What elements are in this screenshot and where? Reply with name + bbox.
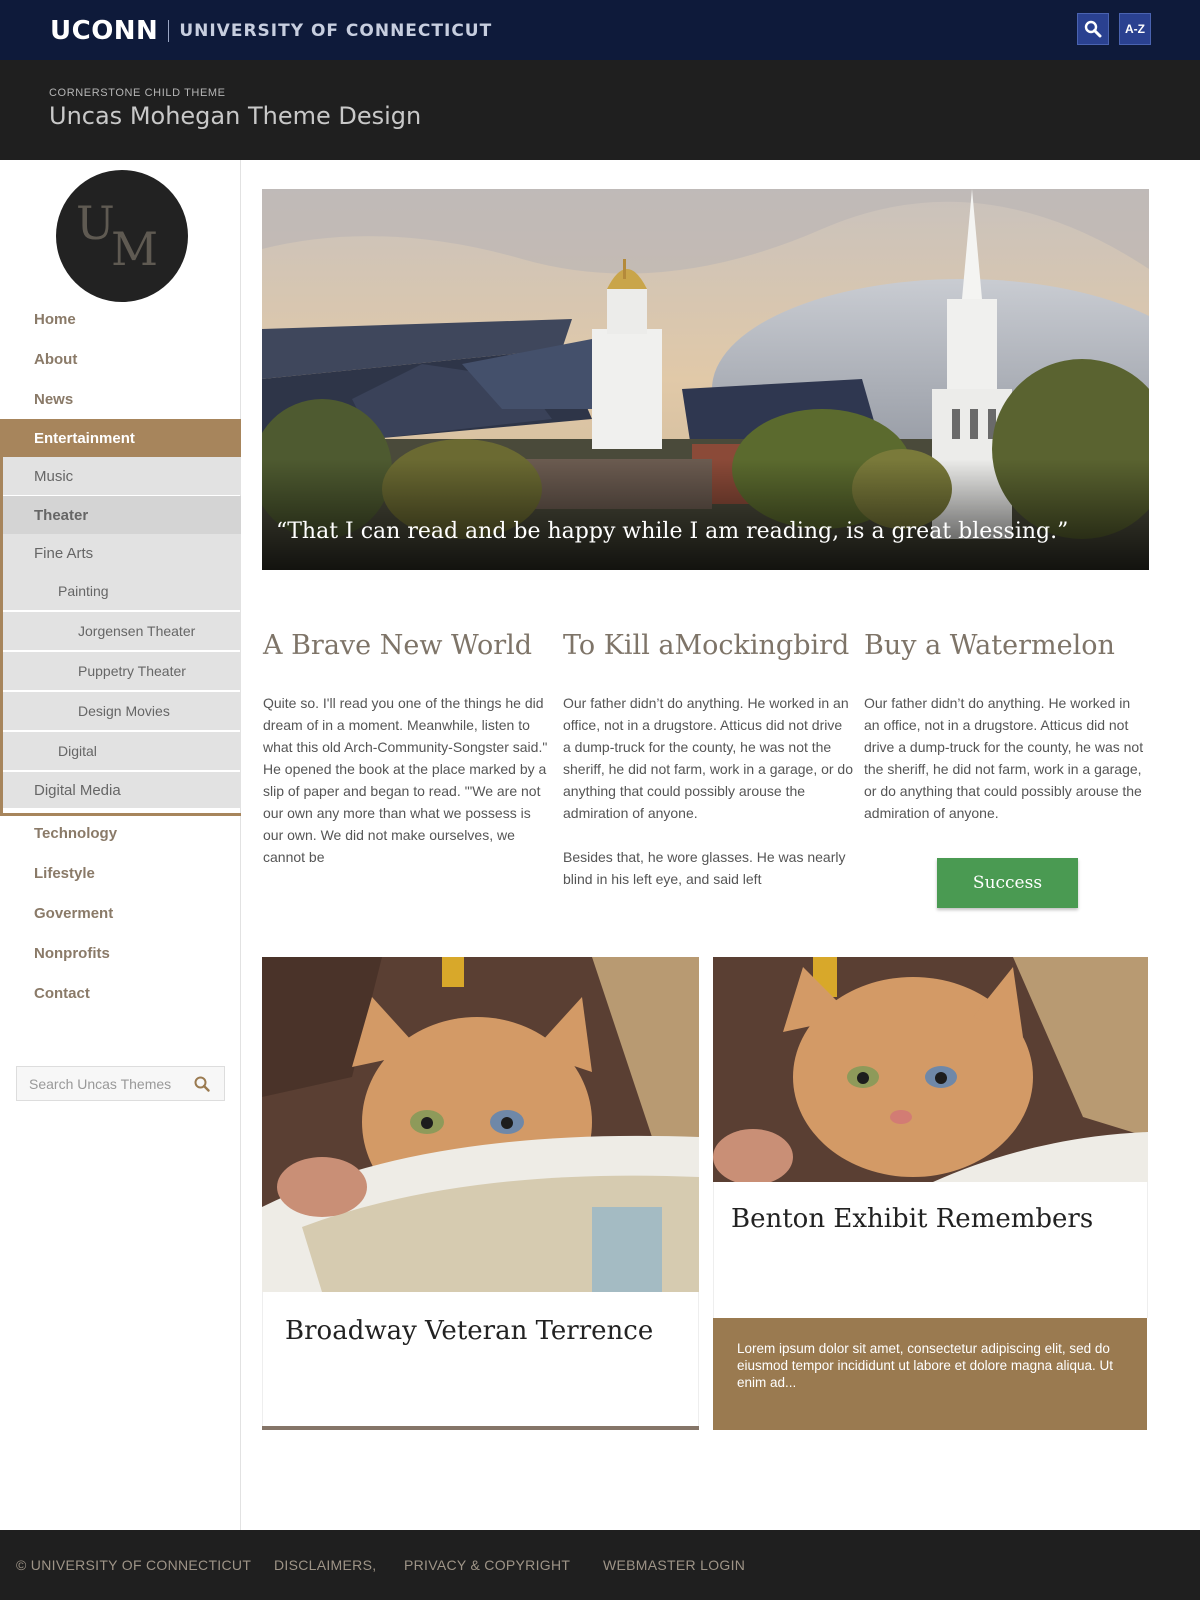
column-watermelon: Buy a Watermelon Our father didn’t do an… (864, 630, 1154, 824)
column-title[interactable]: A Brave New World (263, 630, 553, 692)
column-title[interactable]: Buy a Watermelon (864, 630, 1154, 692)
card-caption: Benton Exhibit Remembers (713, 1182, 1148, 1318)
cat-photo (262, 957, 699, 1292)
campus-photo (262, 189, 1149, 570)
card-benton-exhibit[interactable]: Benton Exhibit Remembers Lorem ipsum dol… (713, 957, 1148, 1430)
footer-privacy-link[interactable]: PRIVACY & COPYRIGHT (404, 1557, 570, 1573)
column-mockingbird: To Kill aMockingbird Our father didn’t d… (563, 630, 853, 890)
hero-quote: “That I can read and be happy while I am… (276, 519, 1069, 544)
column-body-continued: Besides that, he wore glasses. He was ne… (563, 849, 846, 887)
um-logo[interactable]: U M (56, 170, 188, 302)
nav-item-lifestyle[interactable]: Lifestyle (0, 854, 241, 892)
nav-item-entertainment[interactable]: Entertainment (0, 419, 241, 457)
nav-label: Painting (58, 583, 109, 599)
card-broadway-veteran[interactable]: Broadway Veteran Terrence (262, 957, 699, 1430)
sidebar-search (16, 1066, 225, 1101)
column-title[interactable]: To Kill aMockingbird (563, 630, 853, 692)
university-name: UNIVERSITY OF CONNECTICUT (179, 21, 493, 41)
footer-copyright[interactable]: © UNIVERSITY OF CONNECTICUT (16, 1557, 251, 1573)
card-excerpt: Lorem ipsum dolor sit amet, consectetur … (713, 1318, 1147, 1430)
uconn-wordmark[interactable]: UCONN UNIVERSITY OF CONNECTICUT (50, 16, 492, 46)
nav-item-digital-media[interactable]: Digital Media (0, 772, 241, 808)
nav-label: Digital (58, 743, 97, 759)
nav-item-jorgensen-theater[interactable]: Jorgensen Theater (0, 612, 241, 650)
nav-label: Contact (34, 984, 90, 1002)
nav-label: Technology (34, 824, 118, 842)
wordmark-divider (168, 20, 170, 42)
nav-label: Home (34, 310, 76, 328)
nav-item-music[interactable]: Music (0, 457, 241, 495)
nav-item-nonprofits[interactable]: Nonprofits (0, 934, 241, 972)
nav-item-digital[interactable]: Digital (0, 732, 241, 770)
search-icon[interactable] (193, 1075, 211, 1093)
nav-item-theater[interactable]: Theater (0, 496, 241, 534)
nav-item-puppetry-theater[interactable]: Puppetry Theater (0, 652, 241, 690)
nav-label: Goverment (34, 904, 114, 922)
nav-item-design-movies[interactable]: Design Movies (0, 692, 241, 730)
nav-label: Jorgensen Theater (78, 623, 196, 639)
column-body: Our father didn’t do anything. He worked… (864, 695, 1144, 821)
nav-label: About (34, 350, 78, 368)
top-bar: UCONN UNIVERSITY OF CONNECTICUT A-Z (0, 0, 1200, 60)
nav-item-painting[interactable]: Painting (0, 572, 241, 610)
nav-label: Design Movies (78, 703, 170, 719)
nav-label: Music (34, 467, 74, 485)
nav-item-government[interactable]: Goverment (0, 894, 241, 932)
success-button[interactable]: Success (937, 858, 1078, 908)
search-icon (1084, 20, 1102, 38)
nav-item-news[interactable]: News (0, 380, 241, 418)
nav-label: Nonprofits (34, 944, 110, 962)
nav-item-fine-arts[interactable]: Fine Arts (0, 534, 241, 572)
nav-item-about[interactable]: About (0, 340, 241, 378)
site-header: CORNERSTONE CHILD THEME Uncas Mohegan Th… (0, 60, 1200, 160)
logo-letter-u: U (76, 196, 115, 250)
topbar-search-button[interactable] (1077, 13, 1109, 45)
nav-label: Fine Arts (34, 544, 94, 562)
nav-item-contact[interactable]: Contact (0, 974, 241, 1012)
card-title[interactable]: Benton Exhibit Remembers (731, 1204, 1093, 1234)
column-body: Quite so. I'll read you one of the thing… (263, 695, 548, 865)
card-accent-bar (262, 1426, 699, 1430)
hero-banner[interactable]: “That I can read and be happy while I am… (262, 189, 1149, 570)
card-caption: Broadway Veteran Terrence (262, 1292, 699, 1427)
site-title[interactable]: Uncas Mohegan Theme Design (49, 102, 421, 130)
header-kicker: CORNERSTONE CHILD THEME (49, 87, 226, 99)
card-title[interactable]: Broadway Veteran Terrence (285, 1316, 653, 1346)
nav-label: Digital Media (34, 781, 121, 799)
nav-item-home[interactable]: Home (0, 300, 241, 338)
search-input[interactable] (17, 1067, 187, 1100)
nav-label: Puppetry Theater (78, 663, 186, 679)
footer-disclaimers-link[interactable]: DISCLAIMERS, (274, 1557, 376, 1573)
nav-label: Theater (34, 506, 89, 524)
column-body: Our father didn’t do anything. He worked… (563, 695, 854, 821)
footer-webmaster-link[interactable]: WEBMASTER LOGIN (603, 1557, 745, 1573)
nav-label: News (34, 390, 74, 408)
column-brave-new-world: A Brave New World Quite so. I'll read yo… (263, 630, 553, 868)
nav-item-technology[interactable]: Technology (0, 814, 241, 852)
logo-letter-m: M (111, 222, 159, 276)
footer: © UNIVERSITY OF CONNECTICUT DISCLAIMERS,… (0, 1530, 1200, 1600)
sidebar: U M Home About News Entertainment Music … (0, 160, 241, 1530)
nav-label: Lifestyle (34, 864, 95, 882)
a-z-index-button[interactable]: A-Z (1119, 13, 1151, 45)
uconn-logo-text: UCONN (50, 16, 159, 46)
nav-label: Entertainment (34, 429, 135, 447)
cat-photo (713, 957, 1148, 1182)
